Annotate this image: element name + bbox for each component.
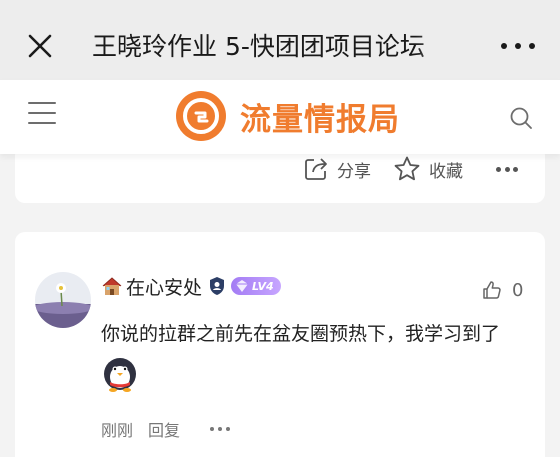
more-horizontal-icon[interactable]: [501, 40, 535, 52]
comment-card: 在心安处 LV4 0 你说的拉群之前先在盆友圈预热下，我学习到了 刚刚 回复: [15, 232, 545, 457]
comment-text: 你说的拉群之前先在盆友圈预热下，我学习到了: [101, 323, 501, 345]
share-icon: [305, 158, 327, 180]
share-button[interactable]: 分享: [303, 155, 371, 183]
logo-mark-icon: [176, 91, 226, 141]
title-bar: 王晓玲作业 5-快团团项目论坛: [0, 0, 560, 80]
level-label: LV4: [252, 279, 274, 293]
level-badge: LV4: [231, 277, 281, 295]
page-title: 王晓玲作业 5-快团团项目论坛: [92, 32, 425, 61]
gem-icon: [236, 280, 249, 292]
menu-icon[interactable]: [28, 102, 56, 124]
share-label: 分享: [337, 161, 371, 182]
post-more-icon[interactable]: [496, 167, 518, 173]
penguin-sticker-icon: [104, 358, 136, 392]
close-icon[interactable]: [27, 33, 53, 59]
thumbs-up-icon: [483, 281, 501, 299]
avatar[interactable]: [35, 272, 91, 328]
site-header: 流量情报局: [0, 80, 560, 154]
verified-user-icon: [210, 277, 225, 295]
comment-time: 刚刚: [101, 421, 134, 440]
house-emoji-icon: [102, 277, 122, 295]
site-logo[interactable]: 流量情报局: [176, 90, 400, 142]
reply-button[interactable]: 回复: [148, 417, 180, 441]
comment-more-icon[interactable]: [210, 427, 231, 431]
like-count: 0: [512, 279, 524, 301]
comment-meta: 刚刚 回复: [101, 417, 231, 441]
favorite-label: 收藏: [429, 161, 463, 182]
logo-text: 流量情报局: [240, 101, 400, 138]
comment-author-row: 在心安处 LV4: [101, 272, 281, 300]
comment-username[interactable]: 在心安处: [126, 273, 202, 300]
like-button[interactable]: 0: [482, 278, 523, 302]
favorite-button[interactable]: 收藏: [393, 155, 463, 183]
star-icon: [394, 156, 420, 181]
search-icon[interactable]: [509, 106, 533, 130]
